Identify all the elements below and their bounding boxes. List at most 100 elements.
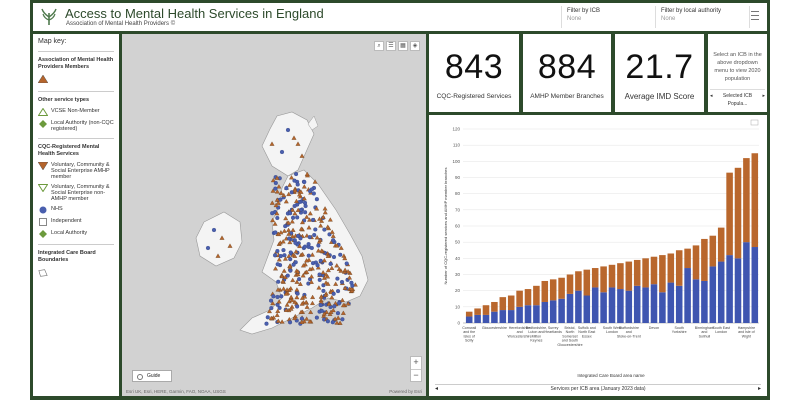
service-marker[interactable]	[330, 320, 335, 325]
service-marker[interactable]	[335, 289, 341, 294]
service-marker[interactable]	[310, 217, 316, 222]
service-marker[interactable]	[339, 279, 345, 285]
menu-icon[interactable]	[751, 11, 759, 21]
service-marker[interactable]	[317, 277, 322, 282]
england-map[interactable]	[122, 34, 426, 396]
service-marker[interactable]	[205, 245, 211, 251]
guide-button[interactable]: Guide	[132, 370, 172, 382]
service-marker[interactable]	[313, 227, 318, 232]
service-marker[interactable]	[338, 252, 343, 257]
service-marker[interactable]	[276, 279, 281, 284]
service-marker[interactable]	[275, 262, 280, 267]
service-marker[interactable]	[288, 257, 293, 262]
service-marker[interactable]	[318, 303, 323, 308]
service-marker[interactable]	[273, 186, 278, 191]
service-marker[interactable]	[285, 273, 290, 278]
service-marker[interactable]	[311, 191, 316, 196]
service-marker[interactable]	[309, 187, 314, 192]
service-marker[interactable]	[314, 197, 319, 202]
service-marker[interactable]	[264, 321, 269, 326]
service-marker[interactable]	[294, 172, 299, 177]
service-marker[interactable]	[292, 203, 297, 209]
service-marker[interactable]	[340, 317, 345, 322]
service-marker[interactable]	[265, 315, 270, 320]
service-marker[interactable]	[306, 242, 311, 247]
service-marker[interactable]	[295, 215, 300, 220]
service-marker[interactable]	[325, 319, 330, 324]
service-marker[interactable]	[317, 272, 322, 277]
service-marker[interactable]	[271, 294, 276, 299]
service-marker[interactable]	[308, 309, 314, 314]
service-marker[interactable]	[288, 211, 293, 216]
service-marker[interactable]	[295, 304, 300, 309]
service-marker[interactable]	[335, 315, 341, 320]
zoom-in-button[interactable]: +	[411, 357, 421, 369]
service-marker[interactable]	[297, 277, 302, 282]
service-marker[interactable]	[288, 268, 293, 273]
service-marker[interactable]	[335, 311, 341, 316]
service-marker[interactable]	[269, 298, 274, 303]
service-marker[interactable]	[288, 250, 293, 255]
service-marker[interactable]	[335, 276, 340, 281]
service-marker[interactable]	[270, 211, 275, 216]
service-marker[interactable]	[331, 255, 337, 260]
service-marker[interactable]	[293, 240, 298, 245]
service-marker[interactable]	[295, 291, 300, 296]
service-marker[interactable]	[315, 263, 320, 268]
service-marker[interactable]	[306, 253, 311, 258]
service-marker[interactable]	[316, 243, 321, 248]
service-marker[interactable]	[344, 261, 349, 266]
service-marker[interactable]	[273, 180, 278, 186]
service-marker[interactable]	[295, 182, 300, 187]
chevron-left-icon[interactable]: ◂	[435, 385, 438, 393]
service-marker[interactable]	[302, 200, 308, 205]
service-marker[interactable]	[321, 288, 326, 293]
service-marker[interactable]	[278, 254, 283, 259]
service-marker[interactable]	[331, 291, 336, 296]
service-marker[interactable]	[302, 179, 307, 185]
service-marker[interactable]	[340, 310, 346, 315]
service-marker[interactable]	[283, 224, 288, 229]
service-marker[interactable]	[281, 248, 286, 253]
service-marker[interactable]	[350, 283, 355, 288]
service-marker[interactable]	[291, 262, 296, 267]
chevron-right-icon[interactable]: ▸	[758, 385, 761, 393]
service-marker[interactable]	[282, 253, 287, 258]
service-marker[interactable]	[269, 306, 274, 311]
icb-filter-dropdown[interactable]: Filter by ICB None	[567, 8, 657, 22]
service-marker[interactable]	[211, 227, 217, 233]
list-icon[interactable]: ☰	[386, 41, 396, 51]
service-marker[interactable]	[328, 261, 333, 266]
service-marker[interactable]	[290, 215, 296, 220]
zoom-out-button[interactable]: −	[411, 369, 421, 381]
service-marker[interactable]	[273, 230, 278, 235]
service-marker[interactable]	[332, 304, 337, 309]
service-marker[interactable]	[269, 200, 275, 205]
service-marker[interactable]	[276, 184, 282, 189]
service-marker[interactable]	[275, 215, 280, 221]
service-marker[interactable]	[314, 315, 319, 320]
service-marker[interactable]	[275, 294, 280, 300]
search-icon[interactable]: ⌕	[374, 41, 384, 51]
service-marker[interactable]	[287, 236, 292, 241]
service-marker[interactable]	[331, 238, 336, 243]
local-authority-filter-dropdown[interactable]: Filter by local authority None	[661, 8, 751, 22]
service-marker[interactable]	[296, 233, 301, 238]
service-marker[interactable]	[275, 249, 280, 254]
service-marker[interactable]	[307, 235, 312, 240]
service-marker[interactable]	[309, 245, 314, 251]
service-marker[interactable]	[279, 294, 284, 299]
service-marker[interactable]	[302, 244, 308, 249]
service-marker[interactable]	[303, 210, 308, 215]
service-marker[interactable]	[310, 261, 316, 266]
service-marker[interactable]	[312, 233, 317, 238]
service-marker[interactable]	[284, 186, 289, 191]
service-marker[interactable]	[319, 308, 324, 313]
service-marker[interactable]	[304, 316, 310, 321]
service-marker[interactable]	[287, 320, 293, 325]
service-marker[interactable]	[285, 127, 291, 133]
grid-icon[interactable]: ▦	[398, 41, 408, 51]
map-view[interactable]: ⌕ ☰ ▦ ◈ + − Guide Esri UK, Esri, HERE, G…	[122, 34, 426, 396]
layers-icon[interactable]: ◈	[410, 41, 420, 51]
chevron-right-icon[interactable]: ▸	[762, 92, 765, 108]
